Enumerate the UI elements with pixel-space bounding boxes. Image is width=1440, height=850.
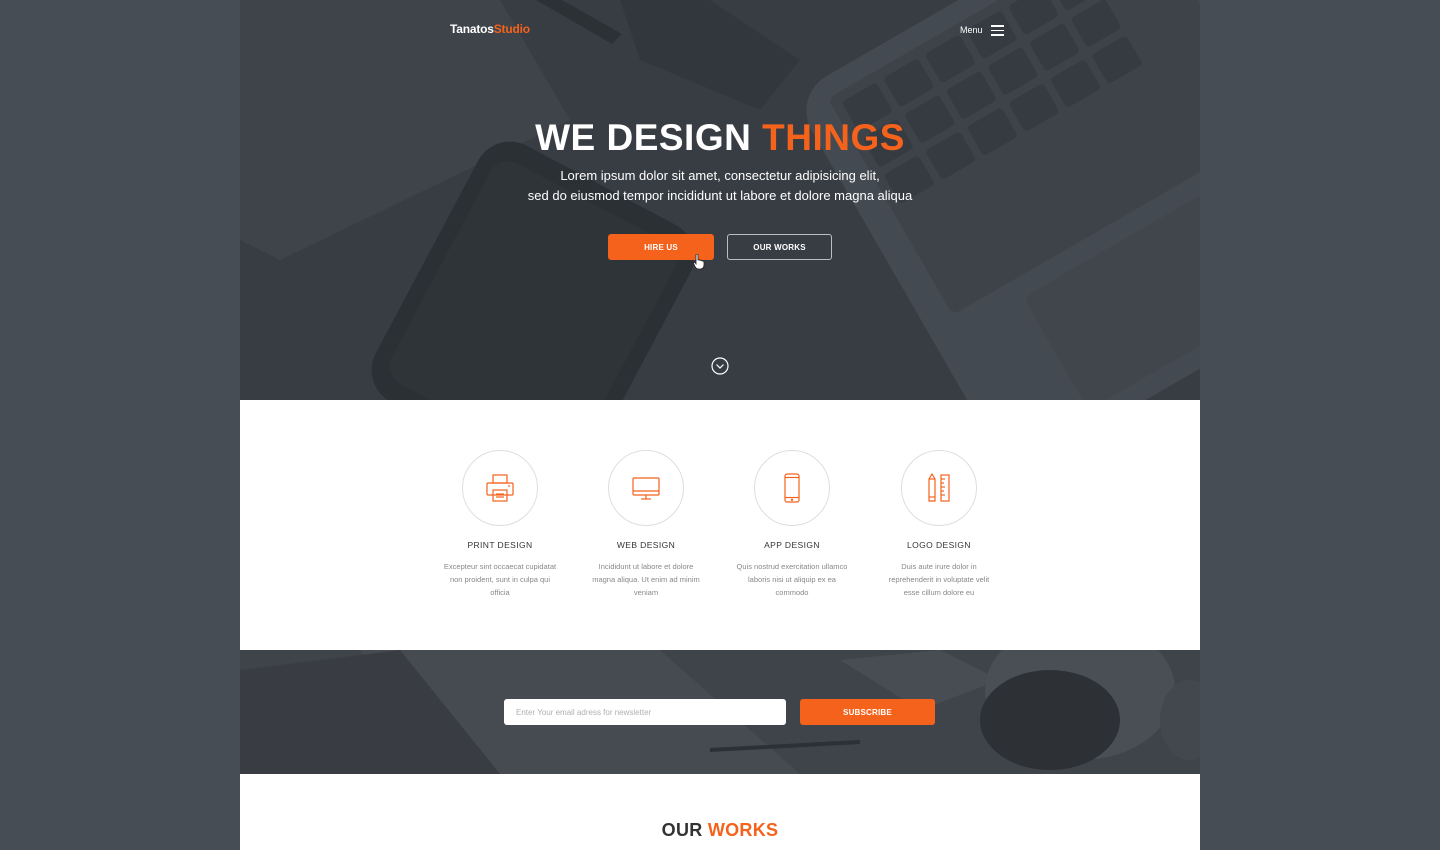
hero-section: TanatosStudio Menu WE DESIGN THINGS Lore… xyxy=(240,0,1200,400)
service-description: Excepteur sint occaecat cupidatat non pr… xyxy=(443,562,557,597)
smartphone-icon xyxy=(784,473,800,503)
service-icon-circle xyxy=(608,450,684,526)
hero-subtitle: Lorem ipsum dolor sit amet, consectetur … xyxy=(240,166,1200,206)
service-title: WEB DESIGN xyxy=(616,540,676,550)
service-description: Duis aute irure dolor in reprehenderit i… xyxy=(888,562,990,597)
hand-cursor-icon xyxy=(693,254,705,270)
our-works-title: OUR WORKS xyxy=(240,820,1200,841)
menu-label: Menu xyxy=(960,25,983,35)
hero-title-part2: THINGS xyxy=(762,117,905,158)
service-icon-circle xyxy=(754,450,830,526)
logo-text-part1: Tanatos xyxy=(450,22,494,36)
hero-title: WE DESIGN THINGS xyxy=(240,117,1200,159)
subscribe-button[interactable]: SUBSCRIBE xyxy=(800,699,935,725)
chevron-down-circle-icon[interactable] xyxy=(711,357,729,375)
service-title: APP DESIGN xyxy=(764,540,820,550)
service-app-design: APP DESIGN Quis nostrud exercitation ull… xyxy=(719,450,865,599)
service-icon-circle xyxy=(462,450,538,526)
pencil-ruler-icon xyxy=(928,473,950,502)
hero-subtitle-line1: Lorem ipsum dolor sit amet, consectetur … xyxy=(560,168,880,183)
site-logo[interactable]: TanatosStudio xyxy=(450,22,530,36)
works-title-part1: OUR xyxy=(661,820,708,840)
our-works-section: OUR WORKS xyxy=(240,774,1200,850)
newsletter-email-input[interactable] xyxy=(504,699,786,725)
printer-icon xyxy=(486,474,514,502)
services-section: PRINT DESIGN Excepteur sint occaecat cup… xyxy=(240,400,1200,650)
service-icon-circle xyxy=(901,450,977,526)
service-title: PRINT DESIGN xyxy=(467,540,533,550)
top-navigation-bar: TanatosStudio Menu xyxy=(240,0,1200,60)
service-title: LOGO DESIGN xyxy=(907,540,971,550)
service-print-design: PRINT DESIGN Excepteur sint occaecat cup… xyxy=(427,450,573,599)
menu-button[interactable]: Menu xyxy=(960,22,1004,38)
service-logo-design: LOGO DESIGN Duis aute irure dolor in rep… xyxy=(866,450,1012,599)
hero-title-part1: WE DESIGN xyxy=(535,117,763,158)
hamburger-icon xyxy=(990,25,1004,36)
page: TanatosStudio Menu WE DESIGN THINGS Lore… xyxy=(240,0,1200,850)
service-description: Incididunt ut labore et dolore magna ali… xyxy=(592,562,700,597)
monitor-icon xyxy=(632,477,660,500)
our-works-button[interactable]: OUR WORKS xyxy=(727,234,832,260)
hero-subtitle-line2: sed do eiusmod tempor incididunt ut labo… xyxy=(527,188,913,203)
service-web-design: WEB DESIGN Incididunt ut labore et dolor… xyxy=(573,450,719,599)
newsletter-section: SUBSCRIBE xyxy=(240,650,1200,774)
logo-text-part2: Studio xyxy=(493,22,530,36)
service-description: Quis nostrud exercitation ullamco labori… xyxy=(736,562,848,597)
works-title-part2: WORKS xyxy=(707,820,779,840)
